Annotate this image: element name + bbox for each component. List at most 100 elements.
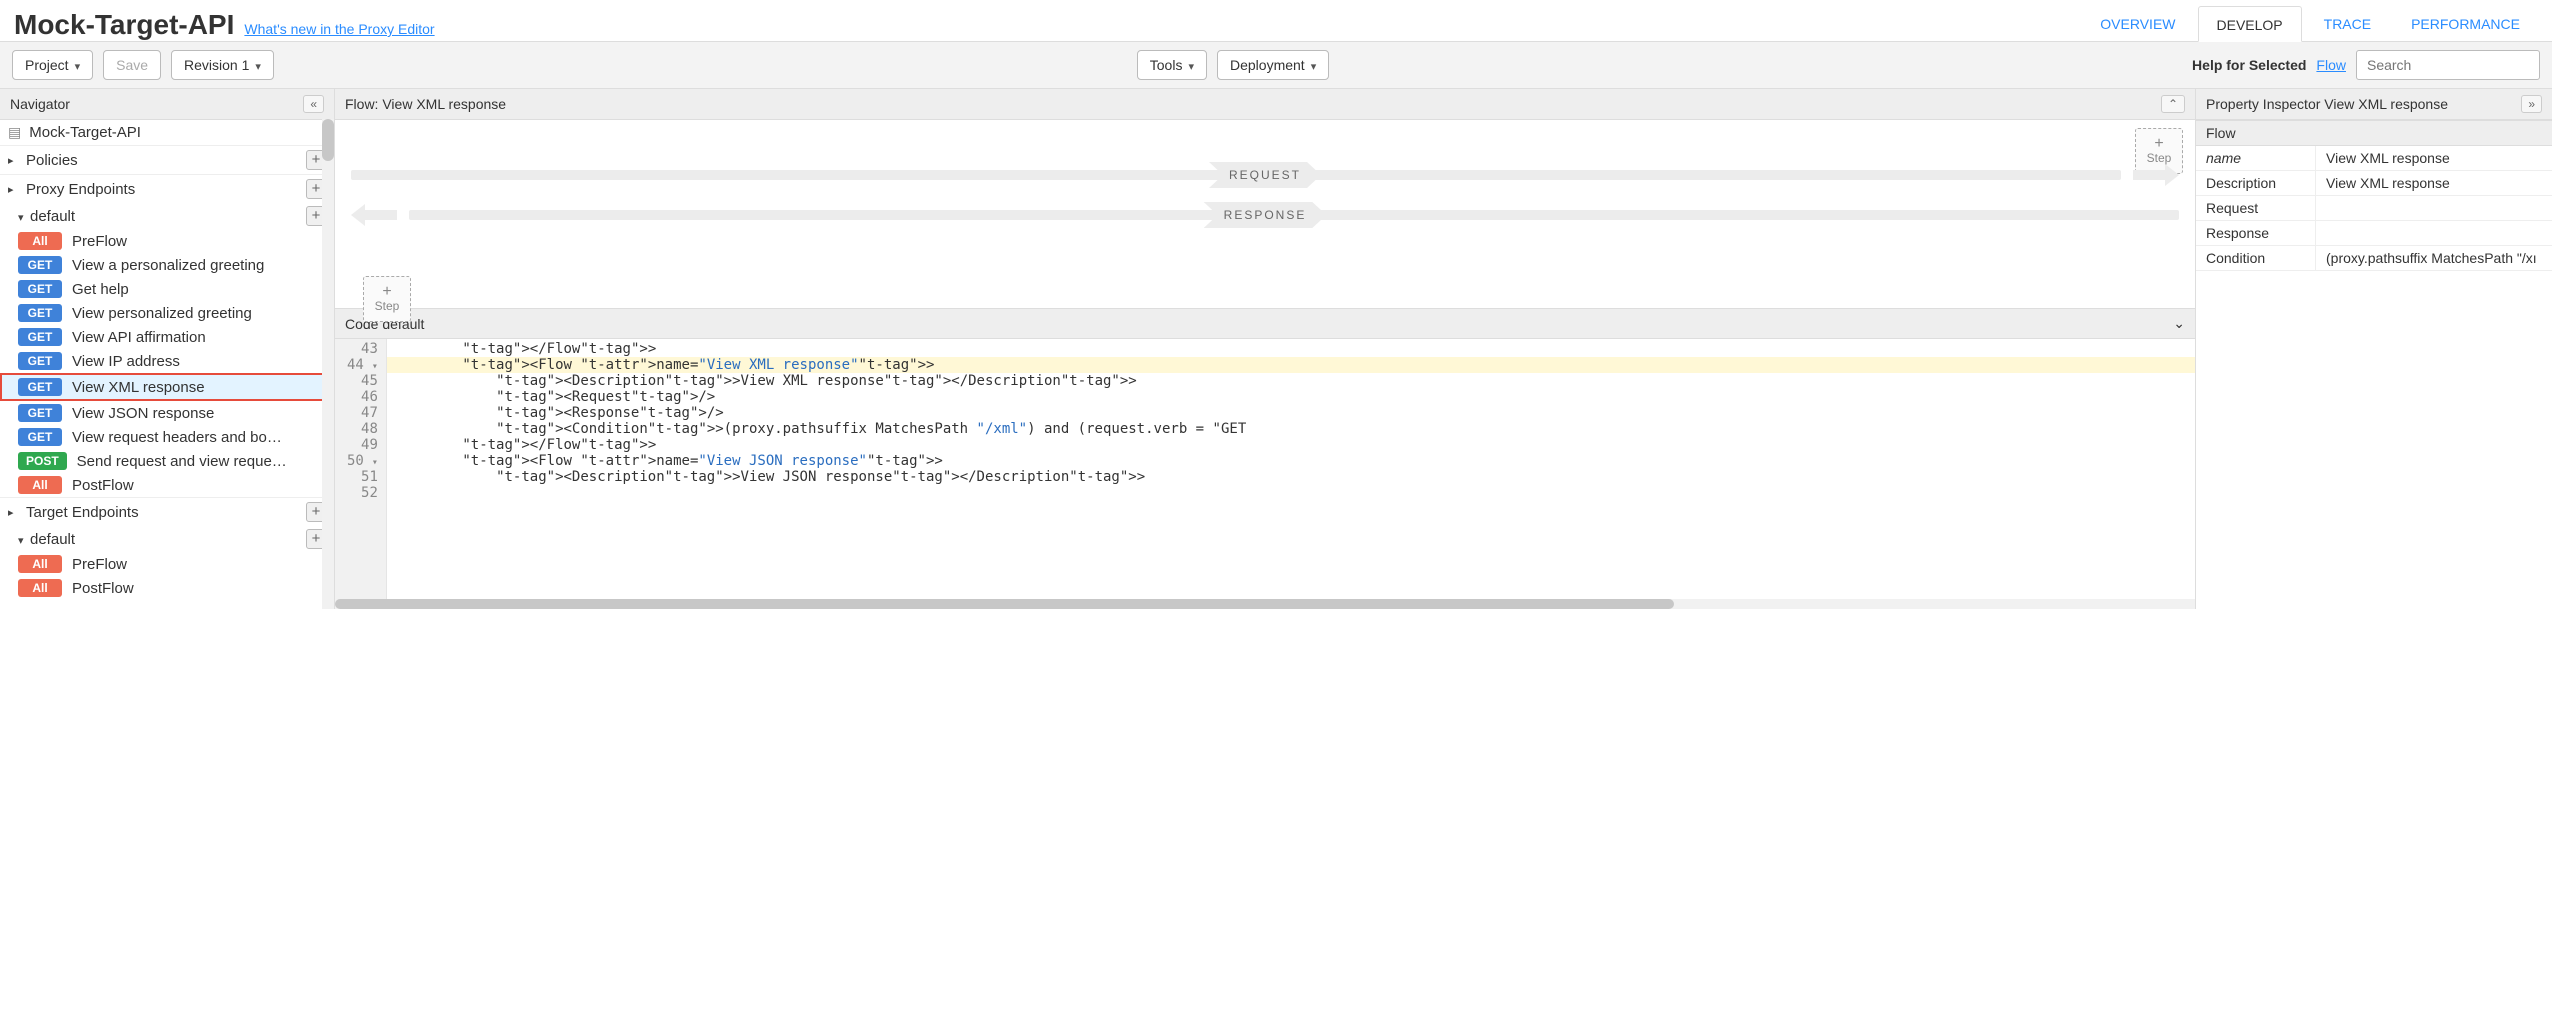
- nav-item-label: View a personalized greeting: [72, 257, 264, 274]
- nav-flow-item[interactable]: GET View XML response: [0, 373, 334, 401]
- flow-header: Flow: View XML response ⌃: [335, 89, 2195, 120]
- nav-flow-item[interactable]: All PostFlow: [0, 473, 334, 497]
- tab-trace[interactable]: TRACE: [2306, 6, 2389, 41]
- navigator-header: Navigator «: [0, 89, 334, 120]
- arrow-right-icon: [2133, 164, 2179, 186]
- navigator-panel: Navigator « Mock-Target-API ▸Policies + …: [0, 89, 335, 609]
- response-lane-label: RESPONSE: [1204, 202, 1327, 228]
- nav-item-label: View IP address: [72, 353, 180, 370]
- inspector-row-response: Response: [2196, 221, 2552, 246]
- method-badge: GET: [18, 352, 62, 370]
- nav-item-label: View personalized greeting: [72, 305, 252, 322]
- nav-flow-item[interactable]: GET View IP address: [0, 349, 334, 373]
- nav-item-label: Send request and view reque…: [77, 453, 287, 470]
- inspector-section: Flow: [2196, 120, 2552, 146]
- inspector-title: Property Inspector View XML response: [2206, 96, 2448, 112]
- navigator-title: Navigator: [10, 96, 70, 112]
- triangle-icon: ▸: [8, 154, 20, 167]
- method-badge: All: [18, 476, 62, 494]
- nav-item-label: View request headers and bo…: [72, 429, 282, 446]
- toolbar: Project Save Revision 1 Tools Deployment…: [0, 42, 2552, 89]
- nav-item-label: View API affirmation: [72, 329, 206, 346]
- nav-item-label: PostFlow: [72, 477, 134, 494]
- main-layout: Navigator « Mock-Target-API ▸Policies + …: [0, 89, 2552, 609]
- nav-target-default[interactable]: ▾default +: [0, 526, 334, 552]
- triangle-icon: ▸: [8, 506, 20, 519]
- code-h-scrollbar[interactable]: [335, 599, 2195, 609]
- add-step-response-button[interactable]: +Step: [363, 276, 411, 322]
- inspector-row-name: name View XML response: [2196, 146, 2552, 171]
- save-button[interactable]: Save: [103, 50, 161, 80]
- nav-item-label: PostFlow: [72, 580, 134, 597]
- triangle-icon: ▾: [18, 534, 30, 547]
- main-tabs: OVERVIEW DEVELOP TRACE PERFORMANCE: [2082, 6, 2538, 41]
- triangle-icon: ▸: [8, 183, 20, 196]
- nav-proxy-default[interactable]: ▾default +: [0, 203, 334, 229]
- nav-item-label: PreFlow: [72, 556, 127, 573]
- method-badge: GET: [18, 256, 62, 274]
- caret-icon: [1188, 57, 1194, 73]
- inspector-panel: Property Inspector View XML response » F…: [2196, 89, 2552, 609]
- nav-item-label: PreFlow: [72, 233, 127, 250]
- nav-section-policies[interactable]: ▸Policies +: [0, 145, 334, 174]
- method-badge: GET: [18, 404, 62, 422]
- collapse-navigator-button[interactable]: «: [303, 95, 324, 113]
- method-badge: All: [18, 555, 62, 573]
- navigator-scrollbar[interactable]: [322, 119, 334, 609]
- arrow-left-icon: [351, 204, 397, 226]
- inspector-row-request: Request: [2196, 196, 2552, 221]
- method-badge: POST: [18, 452, 67, 470]
- method-badge: All: [18, 232, 62, 250]
- method-badge: GET: [18, 280, 62, 298]
- nav-flow-item[interactable]: GET View JSON response: [0, 401, 334, 425]
- caret-icon: [75, 57, 81, 73]
- method-badge: GET: [18, 428, 62, 446]
- caret-icon: [1311, 57, 1317, 73]
- expand-inspector-button[interactable]: »: [2521, 95, 2542, 113]
- help-flow-link[interactable]: Flow: [2316, 57, 2346, 73]
- code-header: Code default ⌄: [335, 308, 2195, 339]
- flow-diagram: +Step REQUEST RESPONSE +Step: [335, 120, 2195, 308]
- nav-flow-item[interactable]: GET View a personalized greeting: [0, 253, 334, 277]
- nav-flow-item[interactable]: GET View request headers and bo…: [0, 425, 334, 449]
- nav-flow-item[interactable]: GET Get help: [0, 277, 334, 301]
- nav-item-label: View XML response: [72, 379, 205, 396]
- nav-item-label: Get help: [72, 281, 129, 298]
- nav-flow-item[interactable]: All PreFlow: [0, 552, 334, 576]
- code-editor[interactable]: 4344 ▾454647484950 ▾5152 "t-tag"></Flow"…: [335, 339, 2195, 609]
- nav-flow-item[interactable]: GET View API affirmation: [0, 325, 334, 349]
- code-toggle-button[interactable]: ⌄: [2173, 315, 2185, 332]
- tab-overview[interactable]: OVERVIEW: [2082, 6, 2193, 41]
- nav-root[interactable]: Mock-Target-API: [0, 120, 334, 145]
- project-button[interactable]: Project: [12, 50, 93, 80]
- nav-section-proxy-endpoints[interactable]: ▸Proxy Endpoints +: [0, 174, 334, 203]
- nav-flow-item[interactable]: POST Send request and view reque…: [0, 449, 334, 473]
- tab-develop[interactable]: DEVELOP: [2198, 6, 2302, 42]
- inspector-header: Property Inspector View XML response »: [2196, 89, 2552, 120]
- whats-new-link[interactable]: What's new in the Proxy Editor: [244, 21, 434, 37]
- inspector-row-condition: Condition (proxy.pathsuffix MatchesPath …: [2196, 246, 2552, 271]
- nav-flow-item[interactable]: GETView personalized greeting: [0, 301, 334, 325]
- inspector-row-description: Description View XML response: [2196, 171, 2552, 196]
- triangle-icon: ▾: [18, 211, 30, 224]
- nav-flow-item[interactable]: All PreFlow: [0, 229, 334, 253]
- tab-performance[interactable]: PERFORMANCE: [2393, 6, 2538, 41]
- proxy-title: Mock-Target-API: [14, 9, 234, 41]
- method-badge: GET: [18, 328, 62, 346]
- method-badge: All: [18, 579, 62, 597]
- nav-item-label: View JSON response: [72, 405, 214, 422]
- tools-button[interactable]: Tools: [1137, 50, 1207, 80]
- revision-button[interactable]: Revision 1: [171, 50, 274, 80]
- flow-toggle-button[interactable]: ⌃: [2161, 95, 2185, 113]
- method-badge: GET: [18, 378, 62, 396]
- help-label: Help for Selected: [2192, 57, 2306, 73]
- app-header: Mock-Target-API What's new in the Proxy …: [0, 0, 2552, 42]
- flow-title: Flow: View XML response: [345, 96, 506, 112]
- flow-panel: Flow: View XML response ⌃ +Step REQUEST …: [335, 89, 2196, 609]
- nav-section-target-endpoints[interactable]: ▸Target Endpoints +: [0, 497, 334, 526]
- search-input[interactable]: [2356, 50, 2540, 80]
- deployment-button[interactable]: Deployment: [1217, 50, 1329, 80]
- request-lane-label: REQUEST: [1209, 162, 1321, 188]
- nav-flow-item[interactable]: All PostFlow: [0, 576, 334, 600]
- caret-icon: [255, 57, 261, 73]
